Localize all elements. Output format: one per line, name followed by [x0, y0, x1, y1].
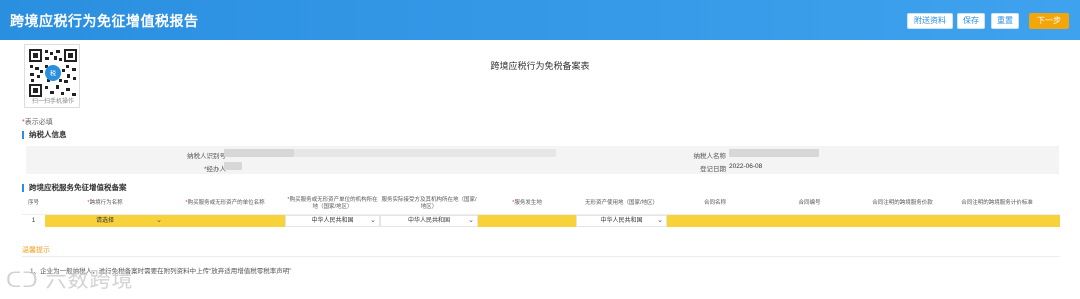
chevron-down-icon: ⌄ [370, 216, 376, 224]
buyer-location-select[interactable]: 中华人民共和国 ⌄ [285, 214, 380, 227]
watermark-text: 六数跨境 [45, 269, 134, 292]
col-header: 合同注明的跨境服务计价标准 [949, 194, 1045, 215]
col-header: 合同编号 [763, 194, 856, 215]
tips-title: 温馨提示 [22, 247, 50, 254]
table-row: 1 请选择 ⌄ 中华人民共和国 ⌄ 中华人民共和国 ⌄ 中华人民共和国 ⌄ [22, 214, 1060, 227]
taxpayer-name-redacted [729, 149, 819, 157]
col-header: *跨境行为名称 [45, 194, 165, 215]
col-header: *购买服务或无形资产的单位名称 [165, 194, 285, 215]
buyer-name-input[interactable] [165, 214, 285, 227]
col-header: 无形资产使用地（国家/地区） [576, 194, 667, 215]
behavior-select[interactable]: 请选择 ⌄ [45, 214, 165, 227]
next-step-button[interactable]: 下一步 [1029, 13, 1069, 29]
contract-name-input[interactable] [667, 214, 763, 227]
header-bar: 跨境应税行为免征增值税报告 附送资料 保存 重置 下一步 [0, 0, 1080, 40]
col-header: *购买服务或无形资产单位的机构所在地（国家/地区） [285, 194, 380, 215]
service-section-title: 跨境应税服务免征增值税备案 [22, 184, 127, 192]
taxpayer-name-label: 纳税人名称 [693, 153, 727, 160]
register-date-value: 2022-06-08 [729, 163, 763, 170]
required-note: *表示必填 [22, 117, 53, 127]
asset-use-location-select[interactable]: 中华人民共和国 ⌄ [576, 214, 667, 227]
row-index: 1 [31, 217, 36, 224]
taxpayer-section-title: 纳税人信息 [22, 131, 67, 139]
col-header: 合同名称 [667, 194, 763, 215]
col-header: 序号 [22, 194, 45, 215]
overflow-cell[interactable] [1045, 214, 1060, 227]
qr-code-panel: 税 扫一扫手机操作 [24, 44, 80, 108]
tax-id-value-redacted [224, 149, 294, 157]
watermark-logo: ᑕᑐ 六数跨境 [6, 264, 134, 294]
qr-caption: 扫一扫手机操作 [31, 99, 74, 105]
agent-label: *经办人 [203, 166, 226, 173]
taxpayer-info-panel: 纳税人识别号 纳税人名称 *经办人 登记日期 2022-06-08 [26, 146, 1059, 174]
col-header: 服务实际接受方及其机构所在地（国家/地区） [380, 194, 478, 215]
form-title: 跨境应税行为免税备案表 [490, 61, 590, 71]
qr-code-icon: 税 [28, 48, 78, 98]
receiver-location-select[interactable]: 中华人民共和国 ⌄ [380, 214, 478, 227]
col-header: *服务发生地 [478, 194, 576, 215]
register-date-label: 登记日期 [700, 166, 726, 173]
required-note-text: 表示必填 [24, 119, 53, 126]
service-table: 序号 *跨境行为名称 *购买服务或无形资产的单位名称 *购买服务或无形资产单位的… [22, 194, 1060, 227]
col-header-spacer [1045, 194, 1060, 215]
divider [22, 256, 1060, 257]
page-title: 跨境应税行为免征增值税报告 [10, 13, 199, 29]
save-button[interactable]: 保存 [957, 13, 985, 29]
attach-materials-button[interactable]: 附送资料 [907, 13, 953, 29]
col-header: 合同注明的跨境服务价款 [856, 194, 949, 215]
tax-id-field[interactable] [294, 149, 556, 157]
chevron-down-icon: ⌄ [657, 216, 663, 224]
chevron-down-icon: ⌄ [156, 216, 162, 224]
table-header-row: 序号 *跨境行为名称 *购买服务或无形资产的单位名称 *购买服务或无形资产单位的… [22, 194, 1060, 215]
contract-number-input[interactable] [763, 214, 856, 227]
tax-id-label: 纳税人识别号 [187, 153, 226, 160]
contract-price-input[interactable] [856, 214, 949, 227]
agent-value-redacted[interactable] [224, 162, 242, 170]
service-place-input[interactable] [478, 214, 576, 227]
contract-pricing-standard-input[interactable] [949, 214, 1045, 227]
chevron-down-icon: ⌄ [468, 216, 474, 224]
watermark-icon: ᑕᑐ [6, 269, 39, 292]
reset-button[interactable]: 重置 [991, 13, 1019, 29]
